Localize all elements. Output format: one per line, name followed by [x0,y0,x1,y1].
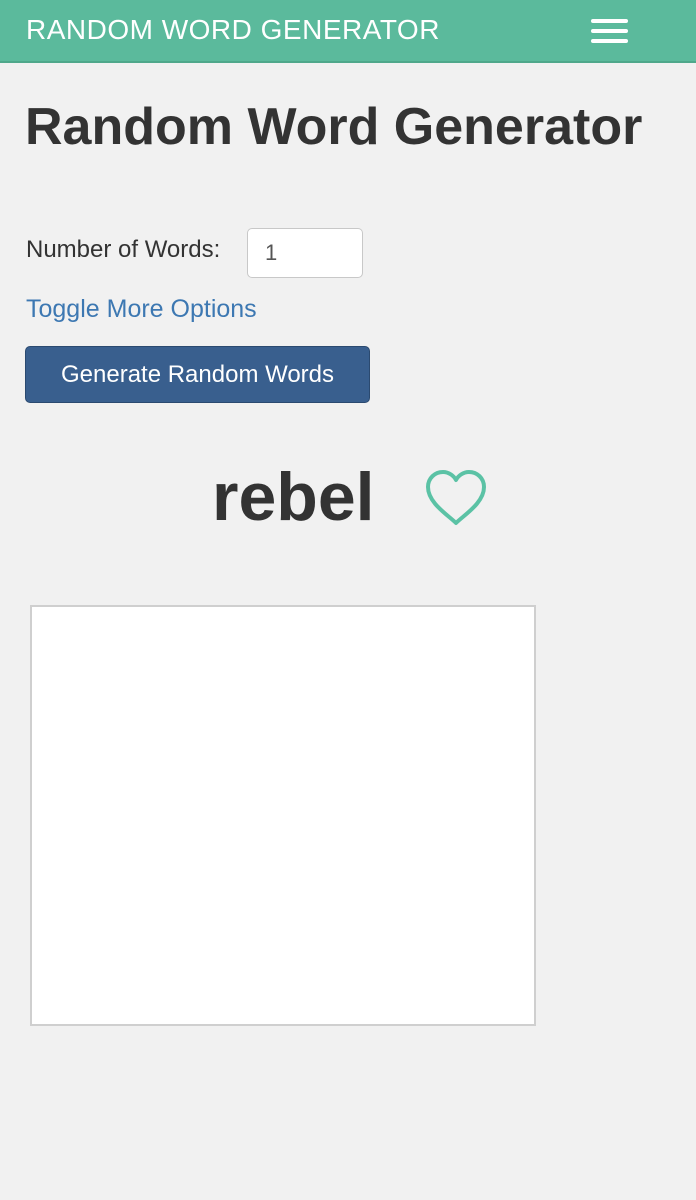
word-count-label: Number of Words: [26,236,221,263]
page-title: Random Word Generator [25,98,643,156]
menu-bar [591,39,628,43]
word-count-input[interactable] [247,228,363,278]
top-navbar: RANDOM WORD GENERATOR [0,0,696,63]
toggle-more-options-link[interactable]: Toggle More Options [26,295,257,324]
hamburger-menu-icon[interactable] [582,12,636,52]
generate-random-words-button[interactable]: Generate Random Words [25,346,370,403]
site-brand[interactable]: RANDOM WORD GENERATOR [26,14,440,46]
ad-placeholder [30,605,536,1026]
result-row: rebel [0,455,696,545]
menu-bar [591,29,628,33]
generated-word: rebel [212,459,375,535]
heart-outline-icon[interactable] [424,469,488,527]
menu-bar [591,19,628,23]
